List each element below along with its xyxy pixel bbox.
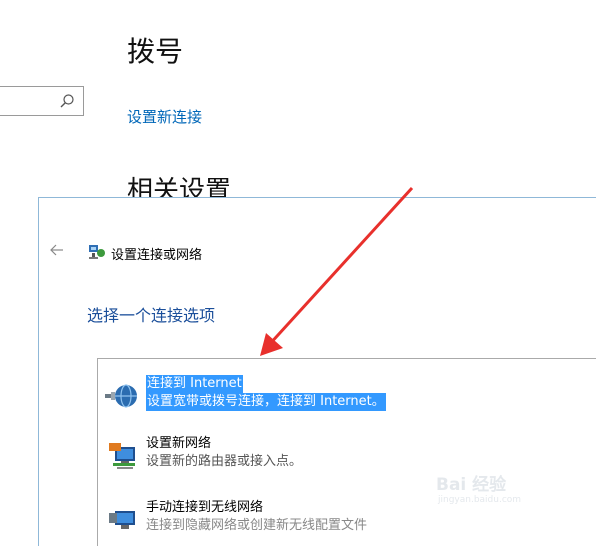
- page-title: 拨号: [127, 35, 184, 68]
- option-label: 手动连接到无线网络: [146, 500, 264, 515]
- new-network-icon: [109, 443, 135, 469]
- option-text: 设置新网络 设置新的路由器或接入点。: [146, 435, 302, 471]
- back-arrow-icon[interactable]: [49, 243, 65, 257]
- option-description: 设置新的路由器或接入点。: [146, 454, 303, 469]
- option-label: 设置新网络: [146, 436, 212, 451]
- option-connect-internet[interactable]: 连接到 Internet 设置宽带或拨号连接，连接到 Internet。: [98, 373, 596, 421]
- connection-options-list[interactable]: 连接到 Internet 设置宽带或拨号连接，连接到 Internet。 设置新…: [97, 358, 596, 546]
- watermark-text: Bai 经验: [436, 475, 507, 495]
- search-icon: [60, 94, 74, 108]
- option-description: 设置宽带或拨号连接，连接到 Internet。: [146, 393, 386, 411]
- search-input[interactable]: [0, 86, 84, 116]
- dialog-subtitle: 选择一个连接选项: [87, 306, 216, 325]
- baidu-watermark: Bai 经验 jingyan.baidu.com: [436, 470, 546, 510]
- option-text: 手动连接到无线网络 连接到隐藏网络或创建新无线配置文件: [146, 499, 367, 535]
- option-description: 连接到隐藏网络或创建新无线配置文件: [146, 518, 368, 533]
- watermark-url: jingyan.baidu.com: [438, 495, 522, 505]
- option-label: 连接到 Internet: [146, 375, 243, 393]
- related-settings-heading: 相关设置: [127, 176, 232, 198]
- globe-connect-icon: [105, 384, 137, 408]
- option-text: 连接到 Internet 设置宽带或拨号连接，连接到 Internet。: [146, 375, 386, 411]
- network-setup-icon: [89, 245, 105, 259]
- dialog-title: 设置连接或网络: [111, 248, 203, 263]
- new-connection-link[interactable]: 设置新连接: [127, 106, 202, 127]
- wireless-manual-icon: [109, 511, 135, 529]
